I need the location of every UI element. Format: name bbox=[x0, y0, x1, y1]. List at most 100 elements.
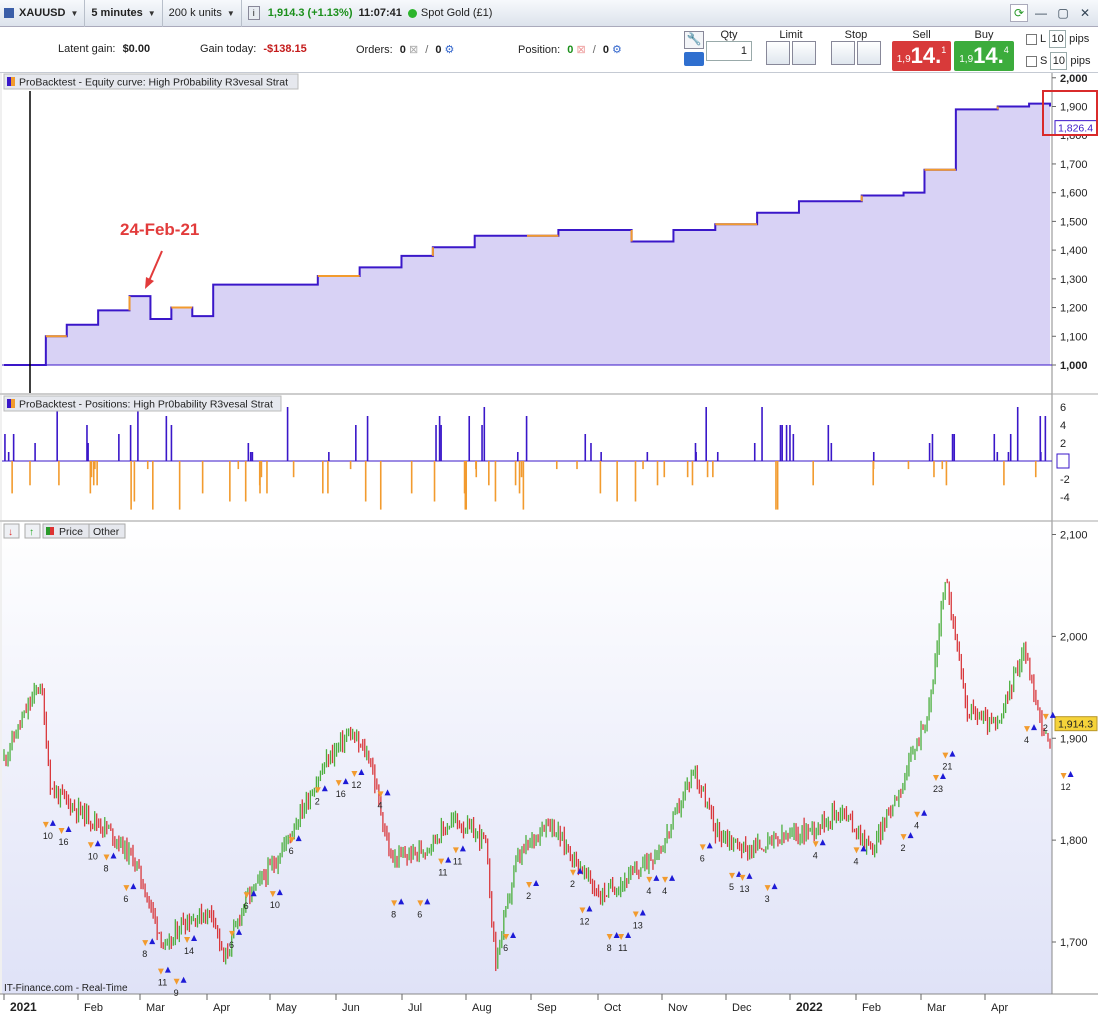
time-tick-label: Jul bbox=[408, 1002, 422, 1014]
trade-count-label: 23 bbox=[933, 784, 943, 794]
positions-tick-label: 2 bbox=[1060, 438, 1066, 450]
trade-count-label: 4 bbox=[1024, 735, 1029, 745]
pips-unit: pips bbox=[1069, 33, 1090, 45]
positions-tick-label: 4 bbox=[1060, 420, 1066, 432]
trade-count-label: 2 bbox=[526, 891, 531, 901]
position-bar-short bbox=[941, 461, 944, 470]
trade-count-label: 11 bbox=[158, 978, 167, 988]
equity-tick-label: 1,300 bbox=[1060, 274, 1088, 286]
position-bar-long bbox=[366, 416, 369, 461]
stop-sell-button[interactable] bbox=[857, 41, 881, 65]
close-icon[interactable]: ✕ bbox=[1076, 4, 1094, 22]
pips-stop-checkbox[interactable] bbox=[1026, 55, 1037, 67]
qty-input[interactable]: 1 bbox=[706, 41, 752, 61]
trade-count-label: 21 bbox=[942, 762, 952, 772]
sell-button[interactable]: 1,9 14. 1 bbox=[892, 41, 951, 71]
last-price-label: 1,914.3 bbox=[1058, 719, 1093, 731]
time-tick-label: Apr bbox=[213, 1002, 230, 1014]
info-icon[interactable]: i bbox=[247, 6, 260, 20]
trade-count-label: 16 bbox=[336, 789, 346, 799]
gear-icon[interactable]: ⚙ bbox=[612, 44, 622, 56]
keyboard-icon[interactable] bbox=[684, 52, 704, 66]
equity-tick-label: 1,100 bbox=[1060, 331, 1088, 343]
position-bar-long bbox=[1040, 452, 1042, 461]
time-tick-label: Nov bbox=[668, 1002, 688, 1014]
strategy-color-icon bbox=[7, 77, 11, 86]
position-bar-short bbox=[1003, 461, 1005, 486]
position-bar-long bbox=[996, 452, 999, 461]
trade-count-label: 13 bbox=[633, 921, 643, 931]
position-bar-short bbox=[201, 461, 204, 494]
refresh-icon[interactable]: ⟳ bbox=[1010, 4, 1028, 22]
position-bar-long bbox=[872, 452, 875, 461]
price-change: 1,914.3 (+1.13%) bbox=[267, 7, 353, 19]
trade-count-label: 5 bbox=[729, 882, 734, 892]
trade-count-label: 4 bbox=[378, 800, 383, 810]
trade-count-label: 11 bbox=[438, 868, 447, 878]
position-bar-short bbox=[776, 461, 779, 510]
wrench-icon[interactable]: 🔧 bbox=[684, 31, 704, 49]
limit-sell-button[interactable] bbox=[766, 41, 790, 65]
position-bar-long bbox=[830, 443, 833, 461]
trade-count-label: 4 bbox=[914, 821, 919, 831]
limit-buy-button[interactable] bbox=[792, 41, 816, 65]
position-bar-long bbox=[118, 434, 120, 461]
data-source-label: IT-Finance.com - Real-Time bbox=[4, 983, 128, 994]
pips-limit-label: L bbox=[1040, 33, 1047, 45]
equity-tick-label: 1,200 bbox=[1060, 303, 1088, 315]
position-bar-long bbox=[705, 407, 707, 461]
positions-panel-title: ProBacktest - Positions: High Pr0babilit… bbox=[19, 399, 273, 411]
chevron-down-icon: ▼ bbox=[226, 8, 235, 18]
equity-tick-label: 1,500 bbox=[1060, 216, 1088, 228]
position-bar-short bbox=[94, 461, 96, 470]
minimize-icon[interactable]: — bbox=[1032, 4, 1050, 22]
limit-label: Limit bbox=[779, 29, 803, 41]
price-tick-label: 2,100 bbox=[1060, 530, 1088, 542]
equity-last-value: 1,826.4 bbox=[1058, 123, 1093, 135]
cancel-orders-icon[interactable]: ⊠ bbox=[409, 44, 418, 56]
position-bar-long bbox=[695, 452, 697, 461]
position-bar-long bbox=[792, 434, 795, 461]
close-position-icon[interactable]: ⊠ bbox=[576, 44, 585, 56]
position-bar-long bbox=[12, 434, 15, 461]
trade-count-label: 4 bbox=[646, 886, 651, 896]
pips-limit-checkbox[interactable] bbox=[1026, 33, 1037, 45]
sell-price-main: 14. bbox=[910, 43, 942, 68]
time-tick-label: Dec bbox=[732, 1002, 752, 1014]
trade-count-label: 2 bbox=[901, 843, 906, 853]
position-bar-short bbox=[11, 461, 13, 494]
limit-group: Limit bbox=[760, 29, 822, 68]
position-bar-long bbox=[646, 452, 649, 461]
position-bar-long bbox=[483, 407, 486, 461]
time-tick-label: Aug bbox=[472, 1002, 492, 1014]
gear-icon[interactable]: ⚙ bbox=[445, 44, 455, 56]
chevron-down-icon: ▼ bbox=[70, 8, 79, 18]
timeframe-dropdown[interactable]: 5 minutes ▼ bbox=[85, 0, 163, 27]
position-bar-short bbox=[691, 461, 694, 486]
orders-info: Orders: 0 ⊠ / 0 ⚙ bbox=[356, 44, 455, 56]
qty-label: Qty bbox=[720, 29, 738, 41]
position-pending: 0 bbox=[602, 44, 609, 56]
position-bar-long bbox=[590, 443, 592, 461]
buy-label: Buy bbox=[974, 29, 994, 41]
orders-count: 0 bbox=[399, 44, 406, 56]
pips-stop-row: S 10 pips bbox=[1026, 52, 1091, 70]
gain-today: Gain today: -$138.15 bbox=[200, 43, 307, 55]
buy-button[interactable]: 1,9 14. 4 bbox=[954, 41, 1014, 71]
time-tick-label: Mar bbox=[146, 1002, 165, 1014]
position-bar-short bbox=[130, 461, 132, 510]
position-bar-short bbox=[364, 461, 367, 502]
pips-stop-input[interactable]: 10 bbox=[1050, 52, 1068, 70]
positions-last-value-box bbox=[1056, 453, 1070, 469]
chevron-down-icon: ▼ bbox=[147, 8, 156, 18]
position-bar-short bbox=[90, 461, 93, 478]
pips-limit-input[interactable]: 10 bbox=[1049, 30, 1067, 48]
stop-buy-button[interactable] bbox=[831, 41, 855, 65]
units-dropdown[interactable]: 200 k units ▼ bbox=[163, 0, 242, 27]
symbol-dropdown[interactable]: XAUUSD ▼ bbox=[0, 0, 86, 27]
position-bar-short bbox=[1034, 461, 1037, 478]
equity-tick-label: 1,700 bbox=[1060, 159, 1088, 171]
position-bar-long bbox=[785, 425, 788, 461]
restore-icon[interactable]: ▢ bbox=[1054, 4, 1072, 22]
chart-area[interactable]: 2,000 1,900 1,800 1,700 1,600 1,500 1,400 1,300… bbox=[0, 73, 1098, 1017]
